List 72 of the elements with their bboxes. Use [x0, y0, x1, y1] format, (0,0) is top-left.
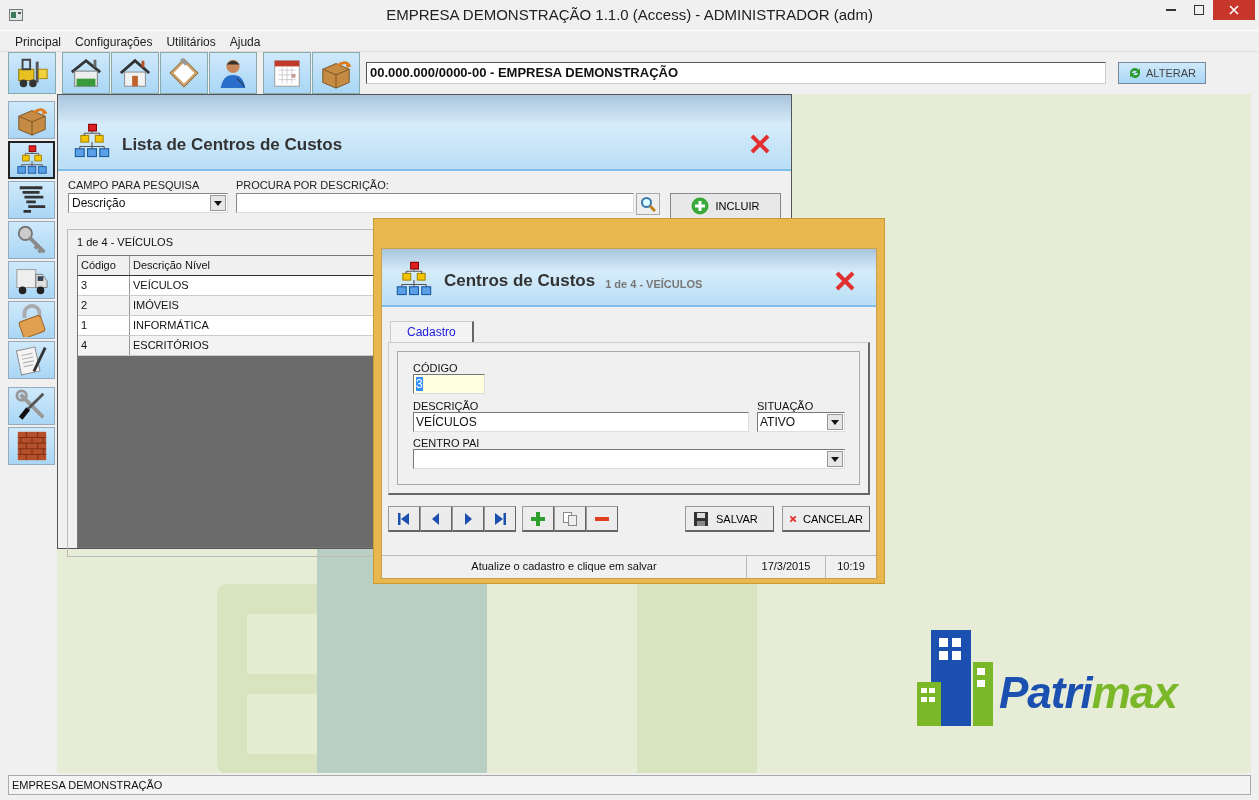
add-button[interactable]: INCLUIR — [670, 193, 781, 219]
search-field-dropdown[interactable]: Descrição — [68, 193, 228, 213]
menu-item[interactable]: Ajuda — [222, 33, 268, 51]
menu-item[interactable]: Configurações — [68, 33, 160, 51]
navigation-button[interactable] — [554, 506, 586, 532]
close-icon — [1229, 5, 1239, 15]
navigation-button[interactable] — [388, 506, 420, 532]
table-cell: 3 — [78, 276, 130, 295]
field-label: CENTRO PAI — [413, 437, 481, 449]
change-button[interactable]: ALTERAR — [1118, 62, 1206, 84]
field-label: CAMPO PARA PESQUISA — [68, 179, 201, 191]
save-button[interactable]: SALVAR — [685, 506, 774, 532]
sidebar-button[interactable] — [8, 387, 55, 425]
close-icon — [749, 133, 771, 155]
window-title: EMPRESA DEMONSTRAÇÃO 1.1.0 (Access) - ADMINISTRADOR (adm) — [385, 5, 874, 25]
table-cell: 2 — [78, 296, 130, 315]
dialog-subtitle: 1 de 4 - VEÍCULOS — [605, 278, 703, 292]
sidebar-button[interactable] — [8, 261, 55, 299]
app-icon — [9, 9, 23, 21]
menu-item[interactable]: Utilitários — [159, 33, 223, 51]
logo-wordmark: Patrimax — [999, 668, 1177, 719]
field-label: PROCURA POR DESCRIÇÃO: — [236, 179, 390, 191]
forklift-icon — [15, 56, 49, 90]
status-message: Atualize o cadastro e clique em salvar — [470, 559, 658, 574]
situation-dropdown[interactable]: ATIVO — [757, 412, 845, 432]
status-time: 10:19 — [825, 556, 876, 578]
navigation-button[interactable] — [484, 506, 516, 532]
column-header[interactable]: Código — [78, 256, 130, 275]
record-info: 1 de 4 - VEÍCULOS — [77, 235, 174, 250]
document-pen-icon — [14, 343, 49, 377]
list-title: Lista de Centros de Custos — [122, 135, 343, 156]
maximize-icon — [1194, 5, 1204, 15]
plus-icon — [691, 197, 710, 215]
field-label: CÓDIGO — [413, 362, 459, 374]
field-label: SITUAÇÃO — [757, 400, 815, 412]
copy-icon — [561, 509, 579, 528]
table-cell: 1 — [78, 316, 130, 335]
search-input[interactable] — [236, 193, 634, 213]
toolbar-button[interactable] — [8, 52, 56, 94]
toolbar-button[interactable] — [111, 52, 159, 94]
sidebar-button[interactable] — [8, 181, 55, 219]
description-field[interactable]: VEÍCULOS — [413, 412, 749, 432]
toolbar-button[interactable] — [263, 52, 311, 94]
company-field[interactable]: 00.000.000/0000-00 - EMPRESA DEMONSTRAÇÃO — [366, 62, 1106, 84]
search-icon — [640, 196, 656, 212]
sidebar-button[interactable] — [8, 341, 55, 379]
navigation-button[interactable] — [586, 506, 618, 532]
status-bar: EMPRESA DEMONSTRAÇÃO — [8, 775, 1251, 795]
clipboard-icon — [167, 56, 201, 90]
minus-icon — [595, 516, 609, 521]
navigation-button[interactable] — [522, 506, 554, 532]
navigation-button[interactable] — [452, 506, 484, 532]
plus-icon — [529, 509, 547, 528]
sidebar-button[interactable] — [8, 427, 55, 465]
warehouse-icon — [69, 56, 103, 90]
minimize-icon — [1166, 9, 1176, 11]
navigation-button[interactable] — [420, 506, 452, 532]
close-icon — [834, 270, 856, 292]
menu-item[interactable]: Principal — [8, 33, 69, 51]
toolbar-button[interactable] — [62, 52, 110, 94]
field-label: DESCRIÇÃO — [413, 400, 480, 412]
toolbar-button[interactable] — [209, 52, 257, 94]
parent-dropdown[interactable] — [413, 449, 845, 469]
tab[interactable]: Cadastro — [390, 321, 474, 342]
status-date: 17/3/2015 — [746, 556, 825, 578]
sidebar-button[interactable] — [8, 141, 55, 179]
org-chart-icon — [14, 143, 49, 177]
house-icon — [118, 56, 152, 90]
table-cell: 4 — [78, 336, 130, 355]
search-button[interactable] — [636, 193, 660, 215]
refresh-icon — [1128, 66, 1143, 80]
cancel-button[interactable]: CANCELAR — [782, 506, 870, 532]
